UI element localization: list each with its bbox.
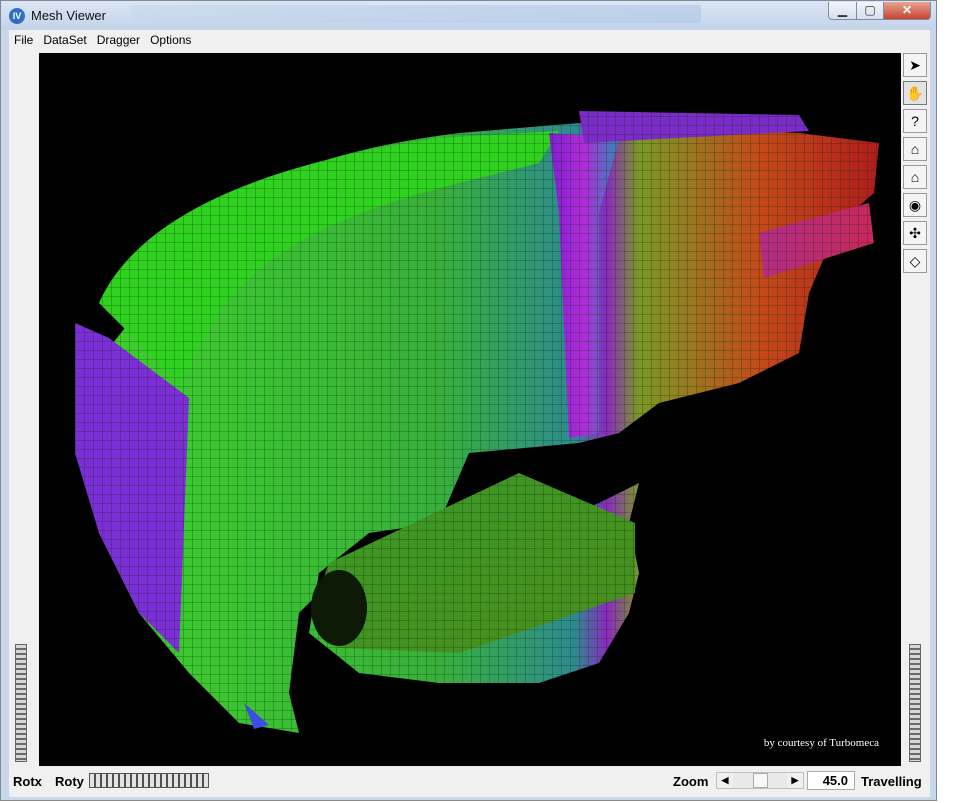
zoom-left-arrow-icon[interactable]: ◀ — [717, 773, 733, 788]
home-icon[interactable]: ⌂ — [903, 137, 927, 161]
zoom-right-arrow-icon[interactable]: ▶ — [787, 773, 803, 788]
roty-label: Roty — [55, 774, 84, 789]
app-icon: IV — [9, 8, 25, 24]
rotx-thumbwheel[interactable] — [15, 644, 27, 762]
select-arrow-icon[interactable]: ➤ — [903, 53, 927, 77]
zoom-slider-thumb[interactable] — [753, 773, 768, 788]
hand-icon[interactable]: ✋ — [903, 81, 927, 105]
bottom-controls: Rotx Roty Zoom ◀ ▶ 45.0 Travelling — [9, 770, 930, 794]
mesh-viewer-window: IV Mesh Viewer ▁ ▢ ✕ File DataSet Dragger O… — [0, 0, 937, 801]
title-bar[interactable]: IV Mesh Viewer ▁ ▢ ✕ — [1, 1, 936, 30]
set-home-icon[interactable]: ⌂ — [903, 165, 927, 189]
menu-dragger[interactable]: Dragger — [92, 30, 145, 47]
zoom-value-field[interactable]: 45.0 — [807, 771, 855, 790]
blurred-title-path — [131, 5, 701, 23]
close-button[interactable]: ✕ — [883, 2, 931, 20]
viewer-area: by courtesy of Turbomeca ➤ ✋ ? ⌂ ⌂ ◉ ✣ ◇… — [9, 50, 930, 797]
maximize-button[interactable]: ▢ — [856, 2, 884, 20]
menu-file[interactable]: File — [9, 30, 38, 47]
zoom-label: Zoom — [673, 774, 709, 789]
seek-icon[interactable]: ✣ — [903, 221, 927, 245]
3d-viewport[interactable]: by courtesy of Turbomeca — [39, 53, 901, 766]
viewer-toolbar: ➤ ✋ ? ⌂ ⌂ ◉ ✣ ◇ — [903, 53, 929, 277]
rotx-label: Rotx — [13, 774, 42, 789]
view-all-icon[interactable]: ◉ — [903, 193, 927, 217]
menu-dataset[interactable]: DataSet — [38, 30, 91, 47]
menu-bar: File DataSet Dragger Options — [9, 30, 930, 50]
projection-icon[interactable]: ◇ — [903, 249, 927, 273]
travelling-thumbwheel[interactable] — [909, 644, 921, 762]
window-title: Mesh Viewer — [31, 8, 106, 23]
travelling-label: Travelling — [861, 774, 922, 789]
zoom-slider[interactable]: ◀ ▶ — [716, 772, 804, 789]
credit-text: by courtesy of Turbomeca — [763, 737, 879, 749]
mesh-render — [75, 111, 879, 733]
menu-options[interactable]: Options — [145, 30, 196, 47]
roty-thumbwheel[interactable] — [89, 773, 209, 788]
help-icon[interactable]: ? — [903, 109, 927, 133]
minimize-button[interactable]: ▁ — [828, 2, 857, 20]
